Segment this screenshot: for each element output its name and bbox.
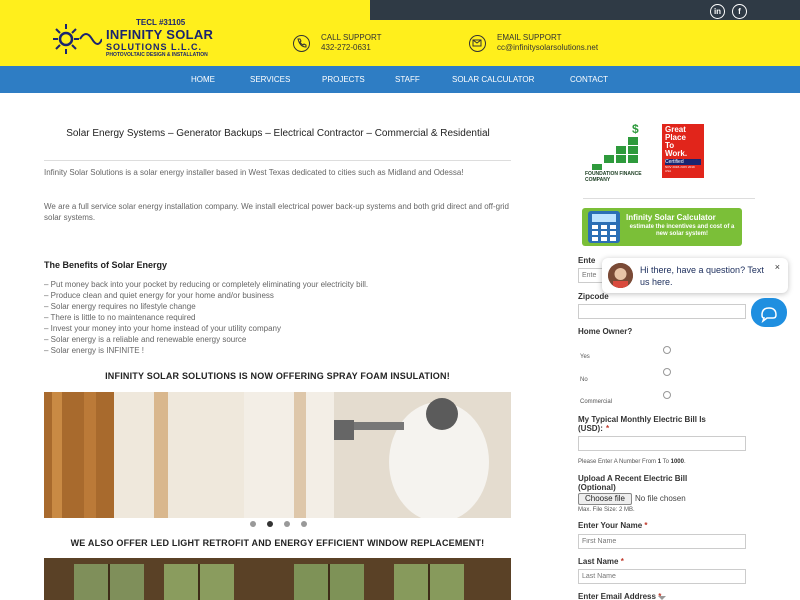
hint-text: . xyxy=(683,459,686,465)
home-owner-no-radio[interactable] xyxy=(663,368,671,376)
chat-popup[interactable]: Hi there, have a question? Text us here.… xyxy=(602,258,788,293)
calculator-title: Infinity Solar Calculator xyxy=(626,213,716,222)
home-owner-label: Home Owner? xyxy=(578,327,633,336)
sidebar-divider xyxy=(583,198,755,199)
required-star: * xyxy=(606,424,610,433)
benefit-item: – There is little to no maintenance requ… xyxy=(44,313,196,322)
license-number: TECL #31105 xyxy=(136,18,186,27)
zipcode-label: Zipcode xyxy=(578,292,609,301)
home-owner-commercial-label: Commercial xyxy=(580,399,613,405)
email-support-label: EMAIL SUPPORT xyxy=(497,33,562,42)
solar-calculator-banner[interactable]: Infinity Solar Calculator estimate the i… xyxy=(582,208,742,246)
services-paragraph: We are a full service solar energy insta… xyxy=(44,202,509,222)
facebook-icon[interactable]: f xyxy=(732,4,747,19)
last-name-label: Last Name * xyxy=(578,557,624,566)
zipcode-input[interactable] xyxy=(578,304,746,319)
company-tagline: PHOTOVOLTAIC DESIGN & INSTALLATION xyxy=(106,52,208,58)
badge-country: USA xyxy=(665,169,672,173)
choose-file-button[interactable]: Choose file xyxy=(578,493,632,505)
great-place-to-work-badge: Great Place To Work. Certified NOV 2018–… xyxy=(662,124,704,178)
spray-foam-photo xyxy=(44,392,511,518)
hint-max: 1000 xyxy=(670,459,684,465)
last-name-input[interactable] xyxy=(578,569,746,584)
chat-message: Hi there, have a question? Text us here. xyxy=(640,265,764,287)
benefit-item: – Put money back into your pocket by red… xyxy=(44,280,369,289)
required-marker: * xyxy=(606,424,609,433)
benefit-item: – Solar energy is INFINITE ! xyxy=(44,346,145,355)
chat-launcher-button[interactable] xyxy=(751,298,787,327)
first-name-input[interactable] xyxy=(578,534,746,549)
label-text: Enter Your Name xyxy=(578,521,643,530)
required-star: * xyxy=(644,521,648,530)
home-owner-commercial-radio[interactable] xyxy=(663,391,671,399)
chat-bubble-icon xyxy=(761,307,777,324)
divider xyxy=(44,160,511,161)
foundation-finance-label: FOUNDATION FINANCE COMPANY xyxy=(585,171,642,183)
label-text: Last Name xyxy=(578,557,619,566)
spray-foam-slider-image[interactable] xyxy=(44,392,511,518)
home-owner-yes-label: Yes xyxy=(580,354,590,360)
first-name-label: Enter Your Name * xyxy=(578,521,648,530)
linkedin-icon[interactable]: in xyxy=(710,4,725,19)
top-bar-cut xyxy=(350,0,370,20)
nav-staff[interactable]: STAFF xyxy=(395,75,420,84)
nav-home[interactable]: HOME xyxy=(191,75,215,84)
calculator-icon xyxy=(588,211,620,243)
benefits-heading: The Benefits of Solar Energy xyxy=(44,260,168,270)
upload-bill-optional: (Optional) xyxy=(578,483,616,492)
slider-dot-4[interactable] xyxy=(301,521,307,527)
benefit-item: – Produce clean and quiet energy for you… xyxy=(44,291,274,300)
agent-avatar xyxy=(608,263,633,288)
slider-dot-2[interactable] xyxy=(267,521,273,527)
phone-icon xyxy=(293,35,310,52)
company-suffix: SOLUTIONS L.L.C. xyxy=(106,42,202,52)
call-support-number[interactable]: 432-272-0631 xyxy=(321,43,371,52)
upload-bill-label: Upload A Recent Electric Bill xyxy=(578,474,688,483)
max-file-size: Max. File Size: 2 MB. xyxy=(578,507,635,513)
main-nav: HOME SERVICES PROJECTS STAFF SOLAR CALCU… xyxy=(0,66,800,93)
benefit-item: – Solar energy is a reliable and renewab… xyxy=(44,335,247,344)
badge-line: Work. xyxy=(665,149,688,158)
benefit-item: – Solar energy requires no lifestyle cha… xyxy=(44,302,196,311)
monthly-bill-label: My Typical Monthly Electric Bill Is xyxy=(578,415,706,424)
led-heading: WE ALSO OFFER LED LIGHT RETROFIT AND ENE… xyxy=(70,538,485,548)
monthly-bill-input[interactable] xyxy=(578,436,746,451)
required-star: * xyxy=(620,557,624,566)
email-support-address[interactable]: cc@infinitysolarsolutions.net xyxy=(497,43,598,52)
scroll-down-icon[interactable] xyxy=(658,596,666,600)
nav-contact[interactable]: CONTACT xyxy=(570,75,608,84)
sun-logo-icon xyxy=(53,24,102,54)
nav-solar-calculator[interactable]: SOLAR CALCULATOR xyxy=(452,75,534,84)
page-title: Solar Energy Systems – Generator Backups… xyxy=(66,128,490,139)
no-file-chosen: No file chosen xyxy=(635,494,686,503)
site-header: in f TECL #31105 INFINITY SOLAR SOLUTION… xyxy=(0,0,800,66)
call-support-label: CALL SUPPORT xyxy=(321,33,382,42)
enter-label: Ente xyxy=(578,256,596,265)
hint-text: Please Enter A Number From xyxy=(578,459,658,465)
nav-services[interactable]: SERVICES xyxy=(250,75,290,84)
spray-foam-heading: INFINITY SOLAR SOLUTIONS IS NOW OFFERING… xyxy=(105,371,450,381)
monthly-bill-hint: Please Enter A Number From 1 To 1000. xyxy=(578,459,686,465)
nav-projects[interactable]: PROJECTS xyxy=(322,75,365,84)
intro-paragraph: Infinity Solar Solutions is a solar ener… xyxy=(44,168,464,177)
slider-dot-3[interactable] xyxy=(284,521,290,527)
svg-text:$: $ xyxy=(632,123,639,136)
monthly-bill-label-unit: (USD): xyxy=(578,424,603,433)
window-photo xyxy=(44,558,511,600)
envelope-icon xyxy=(469,35,486,52)
home-owner-yes-radio[interactable] xyxy=(663,346,671,354)
home-owner-no-label: No xyxy=(580,377,588,383)
company-name: INFINITY SOLAR xyxy=(106,27,214,42)
close-icon[interactable]: × xyxy=(775,262,780,272)
company-logo[interactable]: TECL #31105 INFINITY SOLAR SOLUTIONS L.L… xyxy=(50,18,220,60)
slider-dot-1[interactable] xyxy=(250,521,256,527)
calculator-subtitle: estimate the incentives and cost of a ne… xyxy=(629,224,735,237)
hint-text: To xyxy=(661,459,671,465)
benefit-item: – Invest your money into your home inste… xyxy=(44,324,282,333)
email-address-label: Enter Email Address * xyxy=(578,592,661,600)
label-text: Enter Email Address xyxy=(578,592,656,600)
